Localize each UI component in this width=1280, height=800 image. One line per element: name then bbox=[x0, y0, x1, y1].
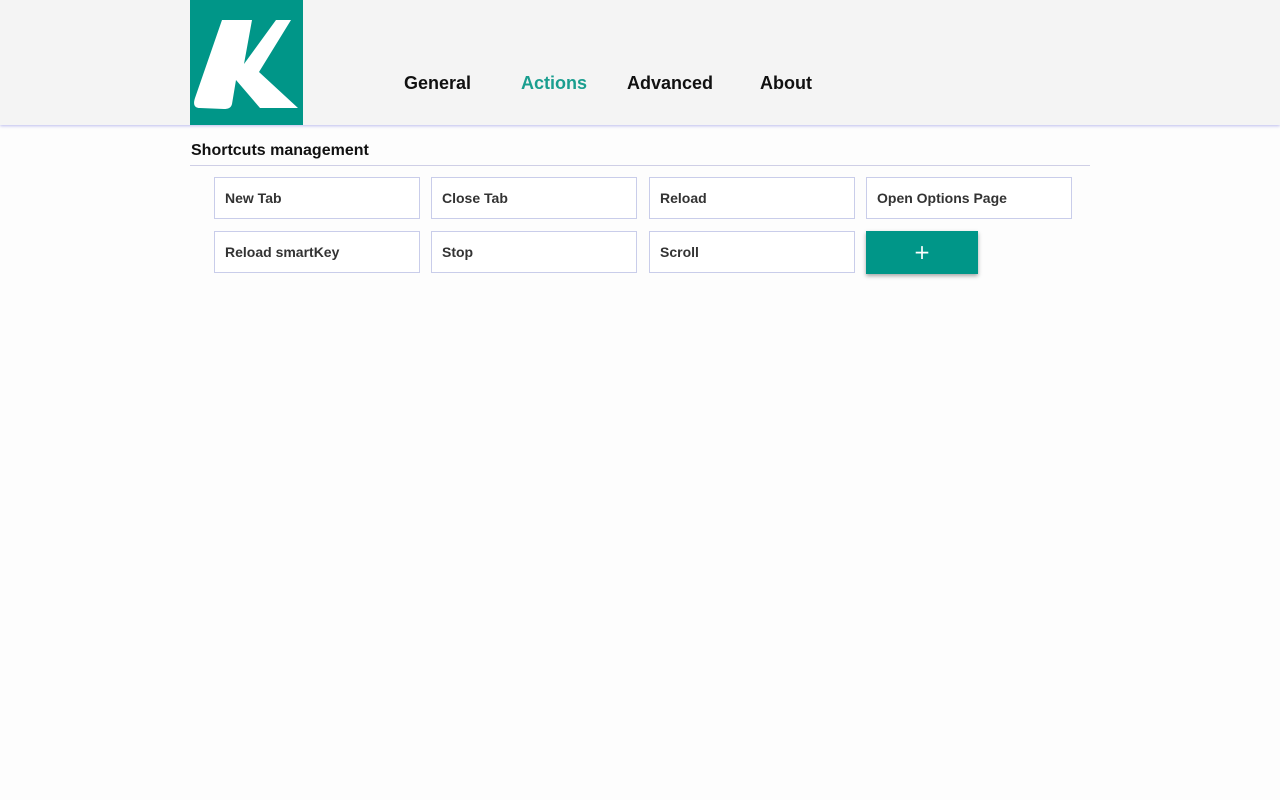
tab-about[interactable]: About bbox=[760, 72, 812, 94]
shortcut-label: Close Tab bbox=[442, 190, 508, 206]
shortcut-label: New Tab bbox=[225, 190, 282, 206]
header: General Actions Advanced About bbox=[0, 0, 1280, 125]
shortcut-new-tab[interactable]: New Tab bbox=[214, 177, 420, 219]
section-divider bbox=[190, 165, 1090, 166]
shortcut-label: Stop bbox=[442, 244, 474, 260]
shortcut-open-options-page[interactable]: Open Options Page bbox=[866, 177, 1072, 219]
shortcut-scroll[interactable]: Scroll bbox=[649, 231, 855, 273]
plus-icon: + bbox=[913, 240, 931, 264]
shortcut-label: Reload bbox=[660, 190, 707, 206]
shortcut-label: Open Options Page bbox=[877, 190, 1007, 206]
section-title: Shortcuts management bbox=[191, 142, 369, 159]
shortcut-reload-smartkey[interactable]: Reload smartKey bbox=[214, 231, 420, 273]
shortcut-close-tab[interactable]: Close Tab bbox=[431, 177, 637, 219]
shortcut-reload[interactable]: Reload bbox=[649, 177, 855, 219]
tab-general[interactable]: General bbox=[404, 72, 471, 94]
shortcut-stop[interactable]: Stop bbox=[431, 231, 637, 273]
tab-advanced[interactable]: Advanced bbox=[627, 72, 713, 94]
add-shortcut-button[interactable]: + bbox=[866, 231, 978, 274]
shortcut-label: Reload smartKey bbox=[225, 244, 340, 260]
shortcut-label: Scroll bbox=[660, 244, 699, 260]
tab-actions[interactable]: Actions bbox=[521, 72, 587, 94]
app-logo[interactable] bbox=[190, 0, 303, 125]
logo-k-icon bbox=[194, 20, 298, 109]
